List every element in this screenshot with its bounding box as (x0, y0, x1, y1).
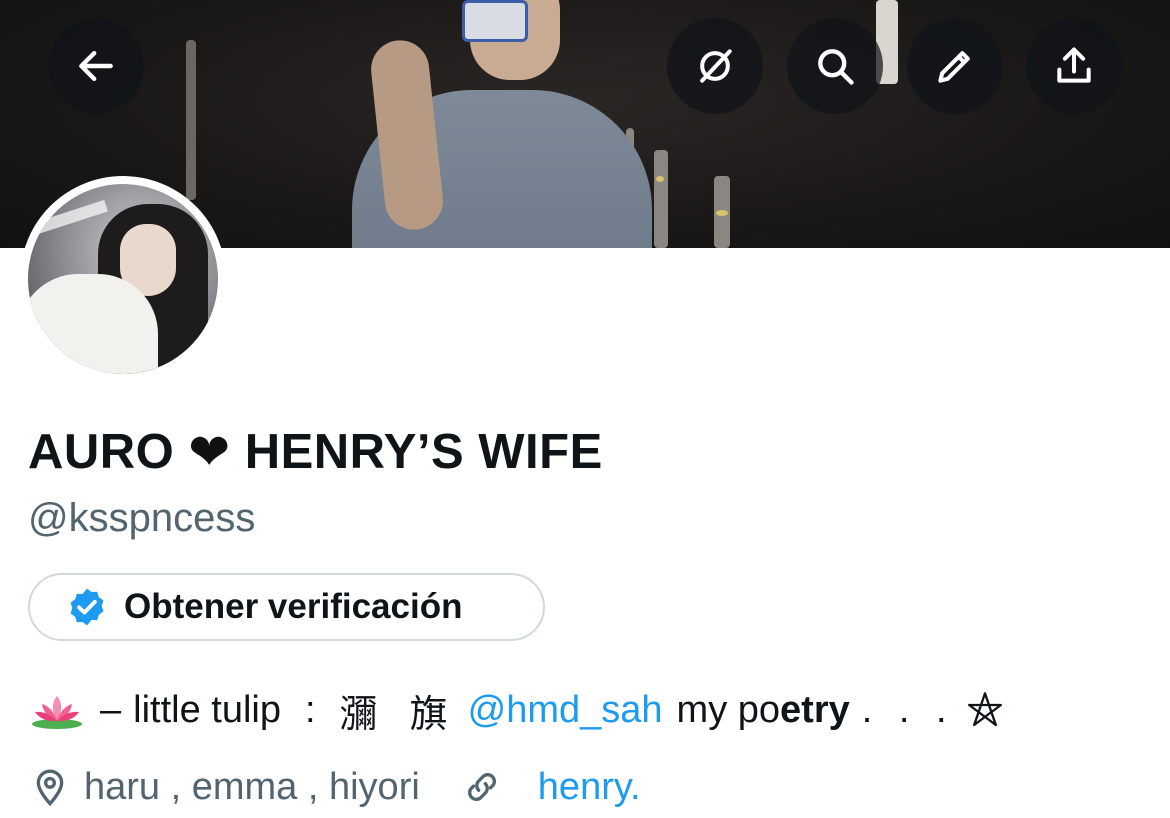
location-pin-icon (36, 769, 64, 807)
bio-text: little tulip (133, 688, 281, 731)
banner-light (656, 176, 664, 182)
edit-button[interactable] (907, 18, 1003, 114)
display-name-part2: HENRY’S WIFE (244, 425, 603, 479)
display-name-part1: AURO (28, 425, 175, 479)
arrow-left-icon (79, 50, 113, 82)
share-upload-icon (1057, 47, 1091, 83)
bio-text-2-bold: etry (780, 688, 850, 731)
heart-emoji: ❤ (188, 424, 231, 480)
banner-camera (462, 0, 528, 42)
share-button[interactable] (1026, 18, 1122, 114)
profile-bio: – little tulip : 瀰 旗 @hmd_sah my po etry … (30, 684, 1005, 736)
get-verified-button[interactable]: Obtener verificación (28, 573, 545, 641)
avatar[interactable] (20, 176, 226, 382)
grok-button[interactable] (667, 18, 763, 114)
bio-dash: – (100, 688, 122, 731)
avatar-image (28, 184, 218, 374)
username-handle: @ksspncess (28, 496, 256, 540)
bio-separator: : (304, 688, 316, 731)
bio-cjk-text: 瀰 旗 (339, 691, 458, 736)
profile-meta: haru , emma , hiyori henry. (30, 762, 641, 812)
pencil-icon (938, 51, 970, 83)
bio-ellipsis: . . . (861, 688, 955, 731)
grok-slash-circle-icon (700, 49, 732, 83)
bio-text-2: my po (676, 688, 781, 731)
location-text: haru , emma , hiyori (84, 765, 420, 808)
display-name: AURO ❤ HENRY’S WIFE (28, 420, 603, 484)
banner-pole (654, 150, 668, 248)
banner-light (716, 210, 728, 216)
bio-mention-link[interactable]: @hmd_sah (468, 689, 663, 732)
get-verified-label: Obtener verificación (124, 587, 463, 626)
search-icon (818, 49, 854, 85)
link-icon (467, 773, 496, 801)
back-button[interactable] (48, 18, 144, 114)
lotus-emoji (32, 696, 82, 729)
pentagram-icon (967, 692, 1002, 727)
verified-badge-icon (70, 588, 104, 626)
search-button[interactable] (787, 18, 883, 114)
banner-pole (186, 40, 196, 200)
profile-website-link[interactable]: henry. (538, 766, 641, 809)
